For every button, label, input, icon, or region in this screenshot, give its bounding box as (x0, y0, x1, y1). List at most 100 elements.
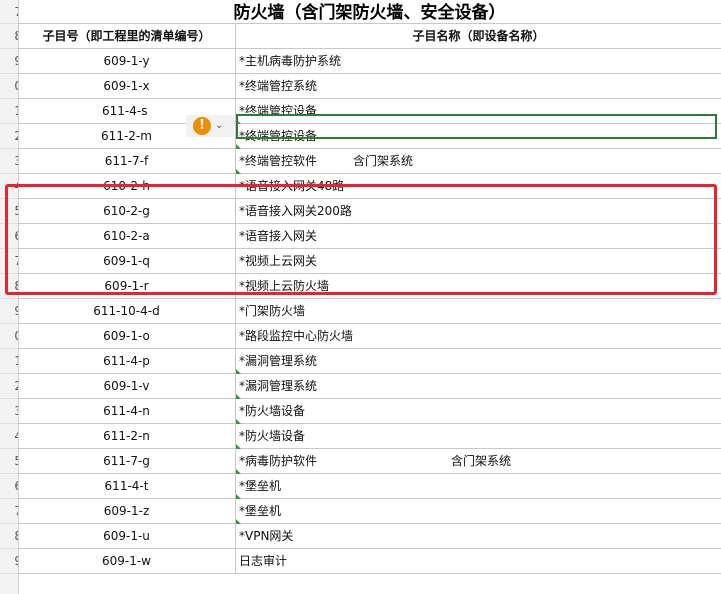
table-row[interactable]: 611-4-s *终端管控设备 (18, 99, 721, 124)
name-cell[interactable]: *语音接入网关48路 (236, 174, 721, 199)
code-cell[interactable]: 609-1-x (18, 74, 236, 99)
table-row[interactable]: 611-4-p *漏洞管理系统 (18, 349, 721, 374)
table-row[interactable]: 611-4-n *防火墙设备 (18, 399, 721, 424)
row-number[interactable]: 2 (0, 374, 18, 399)
row-number[interactable]: 9 (0, 49, 18, 74)
row-number[interactable]: 1 (0, 99, 18, 124)
name-cell[interactable]: *堡垒机 (236, 499, 721, 524)
row-number[interactable]: 6 (0, 224, 18, 249)
header-row[interactable]: 子目号（即工程里的清单编号） 子目名称（即设备名称） (18, 24, 721, 49)
name-cell[interactable]: *漏洞管理系统 (236, 349, 721, 374)
exclamation-circle-icon[interactable]: ! (193, 117, 211, 135)
code-cell[interactable]: 609-1-q (18, 249, 236, 274)
row-number[interactable]: 3 (0, 399, 18, 424)
table-row[interactable]: 611-7-f *终端管控软件 含门架系统 (18, 149, 721, 174)
code-cell[interactable]: 609-1-w (18, 549, 236, 574)
name-text: *视频上云防火墙 (239, 279, 330, 293)
table-row[interactable]: 609-1-o *路段监控中心防火墙 (18, 324, 721, 349)
code-cell[interactable]: 611-7-f (18, 149, 236, 174)
row-number[interactable]: 8 (0, 524, 18, 549)
row-number[interactable]: 7 (0, 0, 18, 24)
name-cell[interactable]: *语音接入网关200路 (236, 199, 721, 224)
code-cell[interactable]: 611-7-g (18, 449, 236, 474)
table-row[interactable]: 609-1-v *漏洞管理系统 (18, 374, 721, 399)
chevron-down-icon[interactable]: ⌄ (215, 117, 223, 135)
row-number[interactable]: 4 (0, 174, 18, 199)
code-cell[interactable]: 609-1-z (18, 499, 236, 524)
name-text: *漏洞管理系统 (239, 354, 318, 368)
code-cell[interactable]: 610-2-a (18, 224, 236, 249)
row-number[interactable]: 8 (0, 24, 18, 49)
name-text: *VPN网关 (239, 529, 294, 543)
row-number[interactable]: 3 (0, 149, 18, 174)
name-text: *语音接入网关48路 (239, 179, 345, 193)
name-cell[interactable]: *终端管控系统 (236, 74, 721, 99)
code-cell[interactable]: 611-4-t (18, 474, 236, 499)
code-cell[interactable]: 609-1-y (18, 49, 236, 74)
header-code[interactable]: 子目号（即工程里的清单编号） (18, 24, 236, 49)
table-row[interactable]: 610-2-a *语音接入网关 (18, 224, 721, 249)
row-number[interactable]: 2 (0, 124, 18, 149)
name-text: *防火墙设备 (239, 429, 306, 443)
name-cell[interactable]: 日志审计 (236, 549, 721, 574)
name-cell[interactable]: *语音接入网关 (236, 224, 721, 249)
row-number[interactable]: 7 (0, 499, 18, 524)
row-number[interactable]: 9 (0, 549, 18, 574)
row-number[interactable]: 4 (0, 424, 18, 449)
table-row[interactable]: 610-2-h *语音接入网关48路 (18, 174, 721, 199)
name-cell[interactable]: *终端管控设备 (236, 124, 721, 149)
name-cell[interactable]: *VPN网关 (236, 524, 721, 549)
name-cell[interactable]: *路段监控中心防火墙 (236, 324, 721, 349)
row-number[interactable]: 0 (0, 324, 18, 349)
name-text: *终端管控设备 (239, 104, 318, 118)
row-number[interactable]: 5 (0, 449, 18, 474)
table-row[interactable]: 611-10-4-d *门架防火墙 (18, 299, 721, 324)
table-row[interactable]: 611-4-t *堡垒机 (18, 474, 721, 499)
code-cell[interactable]: 611-4-p (18, 349, 236, 374)
name-cell[interactable]: *视频上云网关 (236, 249, 721, 274)
table-row[interactable]: 609-1-r *视频上云防火墙 (18, 274, 721, 299)
name-cell[interactable]: *门架防火墙 (236, 299, 721, 324)
name-cell[interactable]: *主机病毒防护系统 (236, 49, 721, 74)
table-row[interactable]: 610-2-g *语音接入网关200路 (18, 199, 721, 224)
extra-note: 含门架系统 (451, 454, 512, 468)
code-cell[interactable]: 610-2-h (18, 174, 236, 199)
table-row[interactable]: 609-1-y *主机病毒防护系统 (18, 49, 721, 74)
code-cell[interactable]: 609-1-v (18, 374, 236, 399)
table-row[interactable]: 611-2-n *防火墙设备 (18, 424, 721, 449)
header-name[interactable]: 子目名称（即设备名称） (236, 24, 721, 49)
row-number[interactable]: 0 (0, 74, 18, 99)
title-row[interactable]: 防火墙（含门架防火墙、安全设备） (18, 0, 721, 24)
table-row[interactable]: 609-1-u *VPN网关 (18, 524, 721, 549)
code-cell[interactable]: 611-4-n (18, 399, 236, 424)
table-row[interactable]: 611-7-g *病毒防护软件 含门架系统 (18, 449, 721, 474)
table-row[interactable]: 609-1-w 日志审计 (18, 549, 721, 574)
code-cell[interactable]: 609-1-r (18, 274, 236, 299)
code-cell[interactable]: 611-10-4-d (18, 299, 236, 324)
row-number[interactable]: 6 (0, 474, 18, 499)
row-number[interactable]: 8 (0, 274, 18, 299)
name-text: *路段监控中心防火墙 (239, 329, 354, 343)
table-row[interactable]: 609-1-x *终端管控系统 (18, 74, 721, 99)
name-cell[interactable]: *视频上云防火墙 (236, 274, 721, 299)
name-cell[interactable]: *漏洞管理系统 (236, 374, 721, 399)
name-cell[interactable]: *防火墙设备 (236, 424, 721, 449)
code-cell[interactable]: 609-1-u (18, 524, 236, 549)
name-text: *语音接入网关 (239, 229, 318, 243)
name-cell[interactable]: *终端管控设备 (236, 99, 721, 124)
table-row[interactable]: 609-1-z *堡垒机 (18, 499, 721, 524)
table-row[interactable]: 611-2-m *终端管控设备 (18, 124, 721, 149)
row-number[interactable]: 7 (0, 249, 18, 274)
name-cell[interactable]: *病毒防护软件 含门架系统 (236, 449, 721, 474)
name-cell[interactable]: *堡垒机 (236, 474, 721, 499)
name-cell[interactable]: *防火墙设备 (236, 399, 721, 424)
code-cell[interactable]: 611-2-n (18, 424, 236, 449)
name-text: *主机病毒防护系统 (239, 54, 342, 68)
table-row[interactable]: 609-1-q *视频上云网关 (18, 249, 721, 274)
row-number[interactable]: 9 (0, 299, 18, 324)
row-number[interactable]: 1 (0, 349, 18, 374)
code-cell[interactable]: 609-1-o (18, 324, 236, 349)
row-number[interactable]: 5 (0, 199, 18, 224)
name-cell[interactable]: *终端管控软件 含门架系统 (236, 149, 721, 174)
code-cell[interactable]: 610-2-g (18, 199, 236, 224)
